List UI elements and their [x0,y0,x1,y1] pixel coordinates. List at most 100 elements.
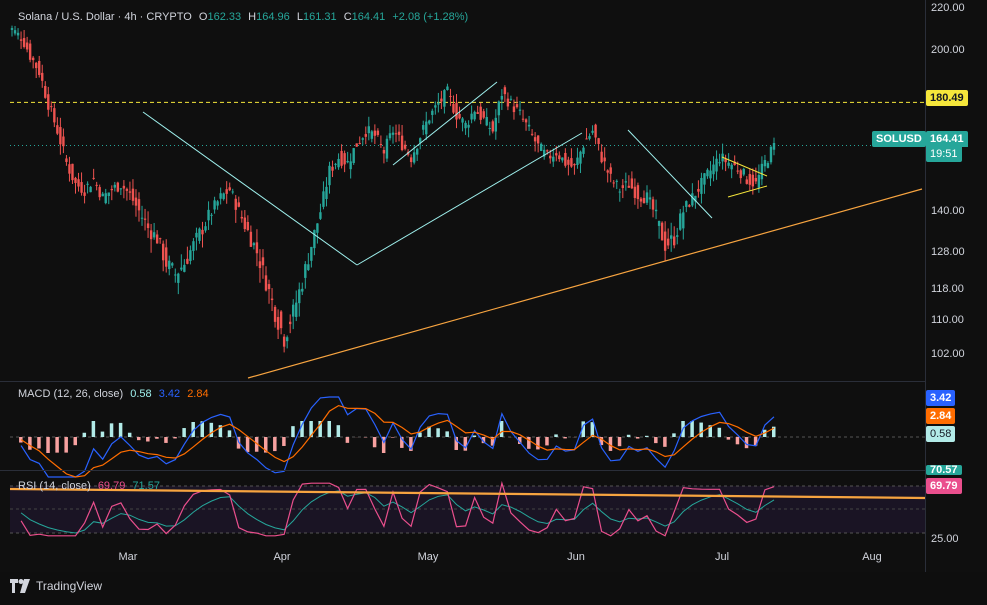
candle-body [455,102,458,120]
candle-body [739,170,742,179]
candle-body [685,201,688,207]
candle-body [195,232,198,238]
candle-body [62,136,65,147]
macd-histogram-bar [463,437,468,451]
candle-body [585,138,588,140]
macd-hist-value: 0.58 [130,388,152,400]
candle-body [440,98,443,102]
macd-histogram-bar [55,437,59,453]
pane-separator[interactable] [0,381,925,382]
macd-histogram-bar [663,437,667,447]
candle-body [431,110,434,115]
candle-body [288,321,292,325]
rsi-ma-tag: 70.57 [926,465,962,475]
candle-body [110,188,113,191]
candle-body [530,133,534,135]
candle-body [651,199,655,210]
macd-signal-tag: 2.84 [926,408,956,424]
rsi-title: RSI (14, close) [18,480,91,492]
candle-body [285,337,289,342]
macd-histogram-bar [64,437,68,453]
macd-title: MACD (12, 26, close) [18,388,124,400]
candle-body [304,264,307,278]
candle-body [518,109,522,111]
candle-body [225,189,228,194]
candle-body [107,192,110,197]
candle-body [615,180,618,182]
candle-body [476,112,479,114]
high-label: H [248,11,257,23]
candle-body [298,289,301,304]
candle-body [183,264,186,272]
candle-body [10,28,14,30]
candle-body [149,230,153,240]
candle-body [261,257,265,266]
macd-histogram-bar [472,435,477,437]
rsi-legend[interactable]: RSI (14, close) 69.79 71.57 [18,480,164,492]
candle-body [648,197,652,200]
candle-body [515,104,519,108]
macd-histogram-bar [37,437,41,449]
symbol-legend[interactable]: Solana / U.S. Dollar · 4h · CRYPTO O162.… [18,11,472,23]
candle-body [485,117,488,126]
candle-body [573,163,576,166]
candle-body [382,150,386,154]
tradingview-brand[interactable]: TradingView [10,579,102,593]
candle-body [727,162,730,166]
candle-body [745,179,748,184]
macd-histogram-bar [654,437,658,444]
rsi-ma-value: 71.57 [132,480,160,492]
candle-body [119,188,123,190]
candle-body [633,186,637,198]
macd-histogram-bar [499,421,504,437]
macd-histogram-bar [563,437,567,439]
macd-histogram-bar [155,437,159,439]
candle-body [98,187,101,198]
candle-body [165,247,168,267]
candle-body [422,125,425,130]
macd-histogram-bar [82,432,87,437]
price-tick: 110.00 [931,314,964,326]
time-tick: Jun [567,551,585,563]
candle-body [364,134,367,137]
macd-histogram-bar [536,437,540,450]
candle-body [213,200,216,210]
candle-body [660,222,664,241]
macd-histogram-bar [164,437,168,443]
candle-body [207,209,210,221]
candle-body [654,209,658,212]
candle-body [760,163,764,180]
candle-body [766,163,770,168]
candle-body [657,220,661,226]
candle-body [479,106,482,120]
candle-body [688,205,691,207]
candle-body [549,155,552,159]
candle-body [158,238,162,240]
candle-body [92,177,95,179]
candle-body [361,138,364,140]
candle-body [673,236,676,246]
price-tick: 220.00 [931,2,965,14]
candle-body [267,284,271,290]
macd-histogram-bar [635,437,640,439]
candle-body [494,117,498,132]
candle-body [718,162,721,164]
candle-body [325,186,328,199]
macd-histogram-bar [327,421,331,437]
candle-body [358,142,361,144]
macd-signal-line [20,404,775,478]
channel-lower-line [356,132,583,266]
macd-histogram-bar [182,428,186,437]
macd-legend[interactable]: MACD (12, 26, close) 0.58 3.42 2.84 [18,388,213,400]
candle-body [606,170,609,173]
candle-body [576,157,579,166]
candle-body [343,153,346,165]
candle-body [409,157,413,163]
candle-body [128,191,132,193]
candle-body [552,156,555,162]
rsi-value: 69.79 [97,480,126,492]
candle-body [134,197,138,206]
pane-separator[interactable] [0,470,925,471]
candle-body [231,191,234,193]
rsi-axis-tick: 25.00 [931,533,959,545]
